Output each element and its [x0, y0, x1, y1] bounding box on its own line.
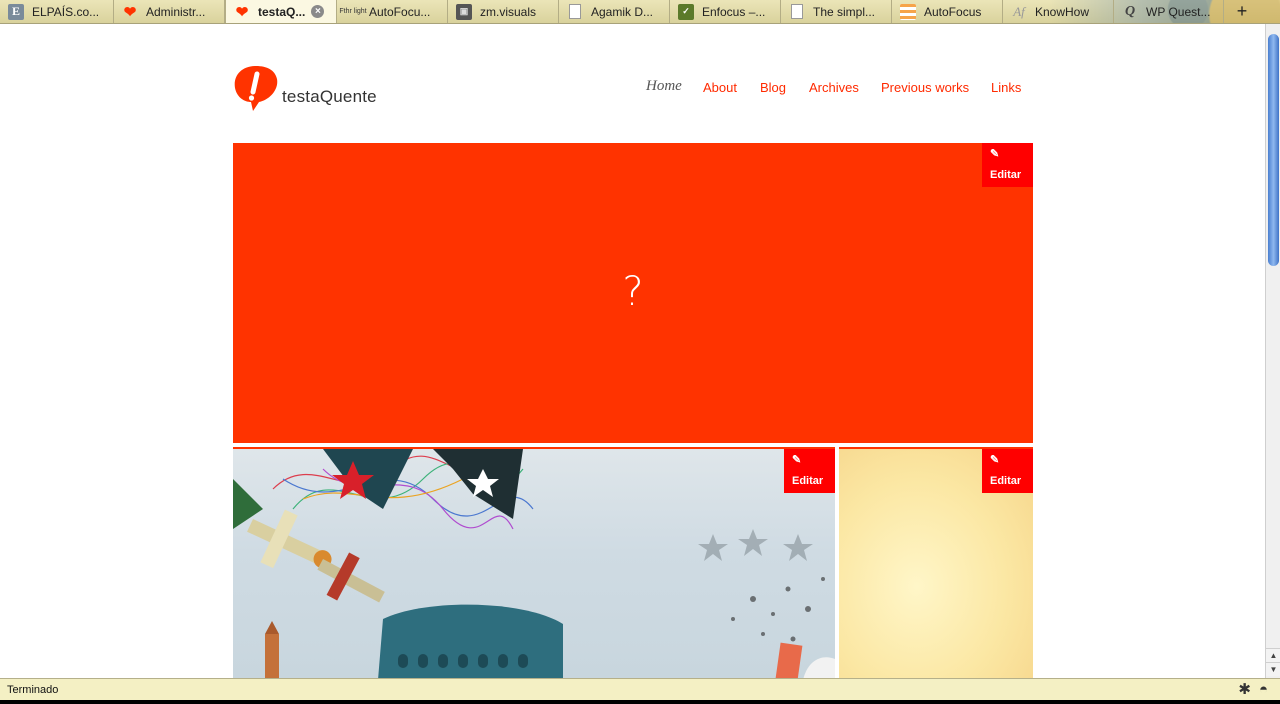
testaquente-logo-icon — [233, 64, 279, 112]
q-favicon-icon: Q — [1124, 3, 1136, 19]
pencil-icon: ✎ — [792, 454, 802, 466]
browser-tab[interactable]: E ELPAÍS.co... — [0, 0, 114, 23]
autofocus-favicon-icon — [900, 3, 916, 20]
collage-artwork — [233, 449, 835, 678]
browser-tab[interactable]: ❤ Administr... — [114, 0, 225, 23]
page-icon — [569, 4, 581, 19]
tab-label: WP Quest... — [1146, 4, 1211, 19]
firebug-bug-icon[interactable]: ✱ — [1238, 679, 1251, 701]
edit-label: Editar — [792, 475, 824, 487]
browser-tab[interactable]: Af KnowHow — [1003, 0, 1114, 23]
illustration-collage[interactable]: ✎ Editar — [233, 447, 835, 678]
question-mark: ? — [622, 269, 644, 315]
browser-tab-active[interactable]: ❤ testaQ... × — [225, 0, 337, 23]
nav-links[interactable]: Links — [991, 80, 1021, 95]
tab-label: Agamik D... — [591, 4, 654, 19]
yslow-icon[interactable]: ◓ — [1259, 679, 1268, 701]
nav-about[interactable]: About — [703, 80, 760, 95]
browser-tab[interactable]: ▣ zm.visuals — [448, 0, 559, 23]
edit-button[interactable]: ✎ Editar — [784, 449, 835, 493]
tab-label: AutoFocu... — [369, 4, 431, 19]
nav-previous-works[interactable]: Previous works — [881, 80, 991, 95]
browser-tab-bar: E ELPAÍS.co... ❤ Administr... ❤ testaQ..… — [0, 0, 1280, 24]
scrollbar-thumb[interactable] — [1268, 34, 1279, 266]
scroll-down-arrow-icon[interactable]: ▼ — [1266, 662, 1280, 676]
vertical-scrollbar[interactable]: ▲ ▼ — [1265, 24, 1280, 678]
edit-label: Editar — [990, 475, 1022, 487]
status-text: Terminado — [7, 684, 59, 696]
af-favicon-icon: Af — [1013, 3, 1025, 19]
tab-label: Administr... — [146, 4, 206, 19]
browser-tab[interactable]: Q WP Quest... — [1114, 0, 1224, 23]
edit-label: Editar — [990, 169, 1022, 181]
paper-texture-panel[interactable]: ✎ Editar — [839, 447, 1033, 678]
pencil-icon: ✎ — [990, 148, 1000, 160]
browser-status-bar: Terminado ✱ ◓ — [0, 678, 1280, 700]
tab-label: testaQ... — [258, 4, 306, 19]
fthrlight-favicon-icon: Fthr light — [339, 8, 367, 15]
nav-archives[interactable]: Archives — [809, 80, 881, 95]
tab-label: The simpl... — [813, 4, 876, 19]
browser-tab[interactable]: AutoFocus — [892, 0, 1003, 23]
close-tab-icon[interactable]: × — [311, 5, 325, 18]
testaquente-favicon-icon: ❤ — [123, 3, 137, 21]
web-page: testaQuente Home About Blog Archives Pre… — [0, 24, 1265, 678]
testaquente-favicon-icon: ❤ — [235, 3, 249, 21]
zm-favicon-icon: ▣ — [456, 3, 472, 20]
elpais-favicon-icon: E — [8, 3, 24, 20]
tab-label: ELPAÍS.co... — [32, 4, 100, 19]
tab-label: Enfocus –... — [702, 4, 766, 19]
nav-home[interactable]: Home — [646, 78, 703, 95]
tab-label: zm.visuals — [480, 4, 537, 19]
browser-tab[interactable]: ✓ Enfocus –... — [670, 0, 781, 23]
nav-blog[interactable]: Blog — [760, 80, 809, 95]
edit-button[interactable]: ✎ Editar — [982, 143, 1033, 187]
edit-button[interactable]: ✎ Editar — [982, 449, 1033, 493]
featured-banner[interactable]: ? ✎ Editar — [233, 143, 1033, 443]
browser-tab[interactable]: Agamik D... — [559, 0, 670, 23]
page-icon — [791, 4, 803, 19]
browser-tab[interactable]: The simpl... — [781, 0, 892, 23]
main-nav: Home About Blog Archives Previous works … — [646, 78, 1021, 95]
tab-label: KnowHow — [1035, 4, 1090, 19]
window-edge — [0, 700, 1280, 704]
browser-tab[interactable]: Fthr light AutoFocu... — [337, 0, 448, 23]
pencil-icon: ✎ — [990, 454, 1000, 466]
site-logo-text: testaQuente — [282, 87, 377, 106]
scroll-up-arrow-icon[interactable]: ▲ — [1266, 648, 1280, 662]
new-tab-button[interactable]: + — [1232, 2, 1252, 22]
tab-label: AutoFocus — [924, 4, 982, 19]
site-logo[interactable]: testaQuente — [233, 64, 377, 112]
enfocus-favicon-icon: ✓ — [678, 3, 694, 20]
